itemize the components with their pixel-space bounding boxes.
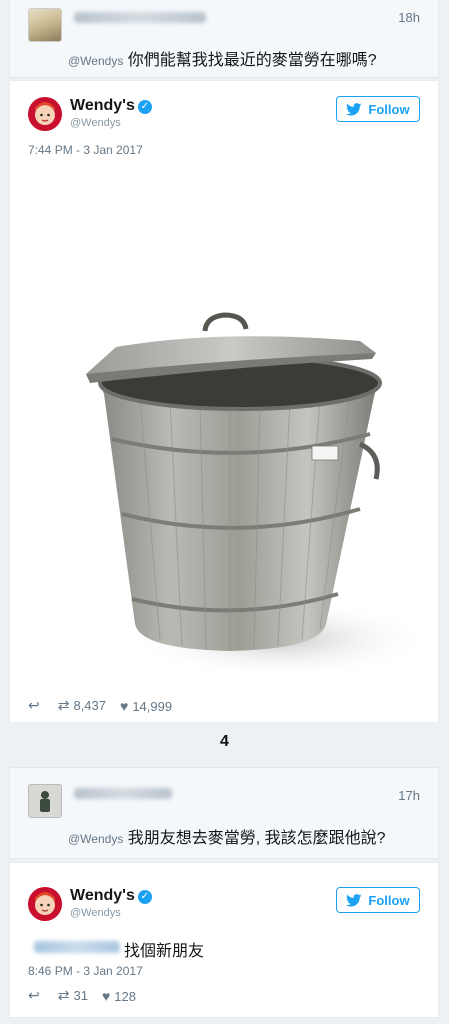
retweet-action[interactable]: ⇄ 8,437 xyxy=(58,697,106,714)
follow-label: Follow xyxy=(368,101,410,117)
tweet-text: @Wendys 你們能幫我找最近的麥當勞在哪嗎? xyxy=(68,46,377,70)
heart-icon: ♥ xyxy=(101,987,111,1004)
question-text: 我朋友想去麥當勞, 我該怎麼跟他說? xyxy=(127,830,386,847)
reply-icon: ↩ xyxy=(28,697,40,713)
twitter-bird-icon xyxy=(346,893,362,907)
wendys-logo-icon xyxy=(28,97,62,131)
like-action[interactable]: ♥ 128 xyxy=(102,988,136,1004)
reply-action[interactable]: ↩ xyxy=(28,697,44,714)
retweet-count: 8,437 xyxy=(73,698,107,713)
tweet-time: 18h xyxy=(398,10,420,25)
verified-badge-icon: ✓ xyxy=(137,890,152,904)
mention-link[interactable]: @Wendys xyxy=(68,54,123,68)
author-handle[interactable]: @Wendys xyxy=(70,907,152,919)
verified-badge-icon: ✓ xyxy=(137,100,152,114)
question-tweet-2[interactable]: 17h @Wendys 我朋友想去麥當勞, 我該怎麼跟他說? xyxy=(9,767,439,859)
tweet-image-trash-can[interactable] xyxy=(20,169,430,689)
blurred-mention xyxy=(34,941,120,953)
author-name[interactable]: Wendy's xyxy=(70,887,135,904)
wendys-reply-tweet-1: Wendy's ✓ @Wendys Follow 7:44 PM - 3 Jan … xyxy=(9,80,439,723)
blurred-username xyxy=(74,12,206,23)
tweet-actions: ↩ ⇄ 31 ♥ 128 xyxy=(28,987,136,1004)
retweet-count: 31 xyxy=(73,988,88,1003)
like-count: 128 xyxy=(114,988,136,1004)
user-avatar[interactable] xyxy=(28,784,62,818)
trash-can-illustration xyxy=(86,312,430,679)
tweet-timestamp[interactable]: 8:46 PM - 3 Jan 2017 xyxy=(28,964,143,978)
retweet-action[interactable]: ⇄ 31 xyxy=(58,987,88,1004)
wendys-reply-tweet-2: Wendy's ✓ @Wendys Follow 找個新朋友 8:46 PM - … xyxy=(9,862,439,1018)
wendys-avatar[interactable] xyxy=(28,887,62,921)
follow-button[interactable]: Follow xyxy=(336,887,420,913)
tweet-text: @Wendys 我朋友想去麥當勞, 我該怎麼跟他說? xyxy=(68,824,386,848)
retweet-icon: ⇄ xyxy=(57,697,70,713)
author-block: Wendy's ✓ @Wendys xyxy=(70,97,152,129)
twitter-bird-icon xyxy=(346,102,362,116)
tweet-actions: ↩ ⇄ 8,437 ♥ 14,999 xyxy=(28,697,172,714)
author-name[interactable]: Wendy's xyxy=(70,97,135,114)
user-avatar[interactable] xyxy=(28,8,62,42)
like-count: 14,999 xyxy=(132,698,173,714)
question-tweet-1[interactable]: 18h @Wendys 你們能幫我找最近的麥當勞在哪嗎? xyxy=(9,0,439,78)
question-text: 你們能幫我找最近的麥當勞在哪嗎? xyxy=(127,52,377,69)
reply-icon: ↩ xyxy=(28,987,40,1003)
heart-icon: ♥ xyxy=(120,697,129,714)
person-silhouette-icon xyxy=(40,791,50,812)
follow-label: Follow xyxy=(368,892,410,908)
reply-text: 找個新朋友 xyxy=(124,943,205,960)
wendys-avatar[interactable] xyxy=(28,97,62,131)
author-block: Wendy's ✓ @Wendys xyxy=(70,887,152,919)
like-action[interactable]: ♥ 14,999 xyxy=(120,698,172,714)
author-handle[interactable]: @Wendys xyxy=(70,117,152,129)
divider-number: 4 xyxy=(220,733,229,750)
retweet-icon: ⇄ xyxy=(57,987,70,1003)
blurred-username xyxy=(74,788,172,799)
mention-link[interactable]: @Wendys xyxy=(68,832,123,846)
reply-action[interactable]: ↩ xyxy=(28,987,44,1004)
wendys-logo-icon xyxy=(28,887,62,921)
tweet-time: 17h xyxy=(398,788,420,803)
tweet-timestamp[interactable]: 7:44 PM - 3 Jan 2017 xyxy=(28,143,143,157)
follow-button[interactable]: Follow xyxy=(336,96,420,122)
